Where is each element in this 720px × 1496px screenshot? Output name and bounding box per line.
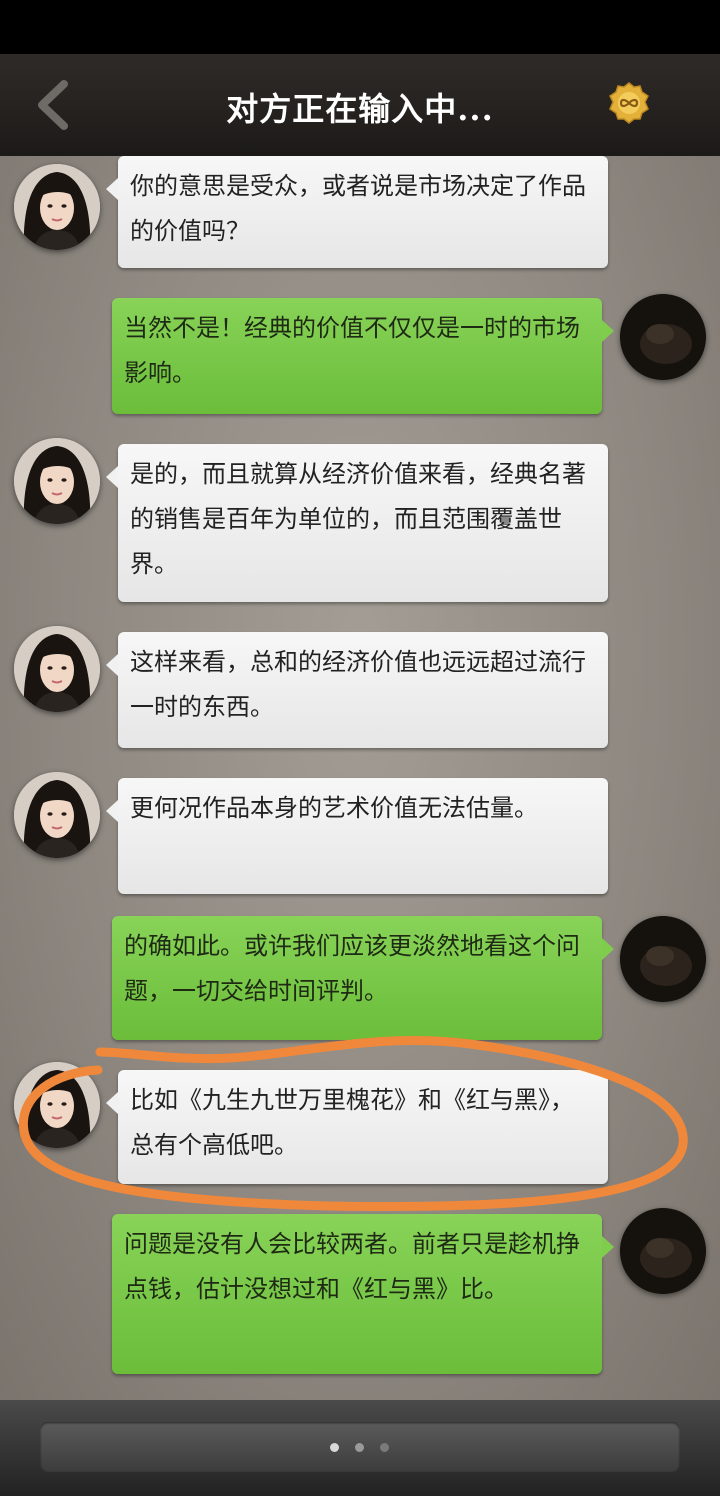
outgoing-message-bubble[interactable]: 当然不是！经典的价值不仅仅是一时的市场影响。 (112, 298, 614, 414)
page-dot (330, 1443, 339, 1452)
incoming-message-bubble[interactable]: 你的意思是受众，或者说是市场决定了作品的价值吗？ (106, 156, 608, 268)
status-bar (0, 0, 720, 54)
contact-avatar-icon (14, 772, 100, 858)
user-avatar[interactable] (620, 916, 706, 1002)
contact-avatar[interactable] (14, 626, 100, 712)
contact-avatar[interactable] (14, 772, 100, 858)
infinity-badge-icon[interactable] (608, 82, 650, 124)
chat-header: 对方正在输入中... (0, 54, 720, 158)
contact-avatar-icon (14, 438, 100, 524)
user-avatar-icon (620, 294, 706, 380)
contact-avatar[interactable] (14, 164, 100, 250)
outgoing-message-bubble[interactable]: 的确如此。或许我们应该更淡然地看这个问题，一切交给时间评判。 (112, 916, 614, 1040)
user-avatar-icon (620, 916, 706, 1002)
contact-avatar-icon (14, 1062, 100, 1148)
incoming-message-bubble[interactable]: 这样来看，总和的经济价值也远远超过流行一时的东西。 (106, 632, 608, 748)
message-list[interactable]: 你的意思是受众，或者说是市场决定了作品的价值吗？ 当然不是！经典的价值不仅仅是一时… (0, 156, 720, 1400)
outgoing-message-bubble[interactable]: 问题是没有人会比较两者。前者只是趁机挣点钱，估计没想过和《红与黑》比。 (112, 1214, 614, 1374)
user-avatar[interactable] (620, 1208, 706, 1294)
contact-avatar-icon (14, 164, 100, 250)
user-avatar[interactable] (620, 294, 706, 380)
page-dot (380, 1443, 389, 1452)
incoming-message-bubble[interactable]: 比如《九生九世万里槐花》和《红与黑》，总有个高低吧。 (106, 1070, 608, 1184)
contact-avatar[interactable] (14, 438, 100, 524)
contact-avatar[interactable] (14, 1062, 100, 1148)
contact-avatar-icon (14, 626, 100, 712)
incoming-message-bubble[interactable]: 更何况作品本身的艺术价值无法估量。 (106, 778, 608, 894)
page-dot (355, 1443, 364, 1452)
user-avatar-icon (620, 1208, 706, 1294)
incoming-message-bubble[interactable]: 是的，而且就算从经济价值来看，经典名著的销售是百年为单位的，而且范围覆盖世界。 (106, 444, 608, 602)
input-area[interactable] (40, 1422, 680, 1472)
footer-bar (0, 1400, 720, 1496)
